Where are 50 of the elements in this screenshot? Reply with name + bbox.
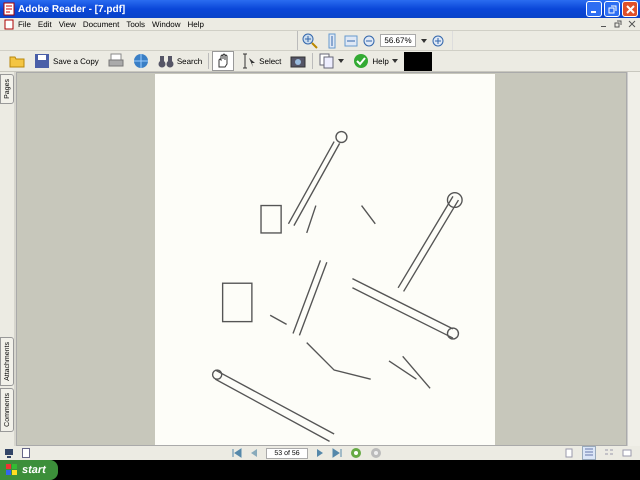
- zoom-out-icon[interactable]: [363, 34, 376, 46]
- binoculars-icon: [158, 53, 174, 69]
- dropdown-arrow-icon[interactable]: [420, 38, 427, 42]
- windows-logo-icon: [6, 464, 18, 476]
- zoom-field[interactable]: 56.67%: [380, 34, 416, 47]
- restore-icon: [608, 4, 616, 14]
- save-button[interactable]: Save a Copy: [31, 51, 102, 71]
- select-button[interactable]: Select: [237, 51, 284, 71]
- toolbar-panel: [404, 52, 432, 70]
- dropdown-arrow-icon: [392, 59, 398, 63]
- start-button[interactable]: start: [0, 460, 58, 480]
- close-icon: [626, 4, 634, 14]
- zoom-in-icon[interactable]: [432, 34, 444, 46]
- vertical-scrollbar[interactable]: [627, 72, 640, 446]
- dropdown-arrow-icon: [338, 59, 344, 63]
- menu-item[interactable]: File: [18, 20, 31, 28]
- menu-item[interactable]: Window: [152, 20, 180, 28]
- next-page-icon[interactable]: [316, 448, 324, 458]
- help-button[interactable]: Help: [350, 51, 401, 71]
- monitor-icon[interactable]: [4, 448, 14, 458]
- menu-item[interactable]: Help: [188, 20, 204, 28]
- printer-icon: [108, 53, 124, 69]
- last-page-icon[interactable]: [332, 448, 342, 458]
- back-icon[interactable]: [350, 447, 362, 459]
- continuous-facing-icon[interactable]: [622, 448, 632, 458]
- globe-icon: [132, 53, 149, 69]
- continuous-page-icon[interactable]: [582, 446, 596, 460]
- zoom-in-icon[interactable]: [302, 32, 320, 48]
- first-page-icon[interactable]: [232, 448, 242, 458]
- hand-button[interactable]: [212, 51, 234, 71]
- menu-item[interactable]: View: [58, 20, 76, 28]
- menu-item[interactable]: Document: [82, 20, 120, 28]
- search-button[interactable]: Search: [154, 51, 206, 71]
- menu-item[interactable]: Tools: [126, 20, 146, 28]
- document-icon: [4, 18, 14, 30]
- check-circle-icon: [353, 53, 370, 69]
- text-cursor-icon: [240, 53, 256, 69]
- close-icon[interactable]: [628, 20, 636, 28]
- window-title: Adobe Reader - [7.pdf]: [18, 4, 126, 14]
- restore-icon[interactable]: [614, 20, 622, 28]
- menu-item[interactable]: Edit: [38, 20, 52, 28]
- fit-width-icon[interactable]: [344, 32, 358, 48]
- document-icon: [3, 2, 15, 16]
- document-icon[interactable]: [22, 448, 30, 458]
- save-icon: [34, 53, 50, 69]
- single-page-icon[interactable]: [564, 448, 574, 458]
- pages-icon: [319, 53, 336, 69]
- restore-button[interactable]: [604, 1, 620, 17]
- close-button[interactable]: [622, 1, 638, 17]
- minimize-button[interactable]: [586, 1, 602, 17]
